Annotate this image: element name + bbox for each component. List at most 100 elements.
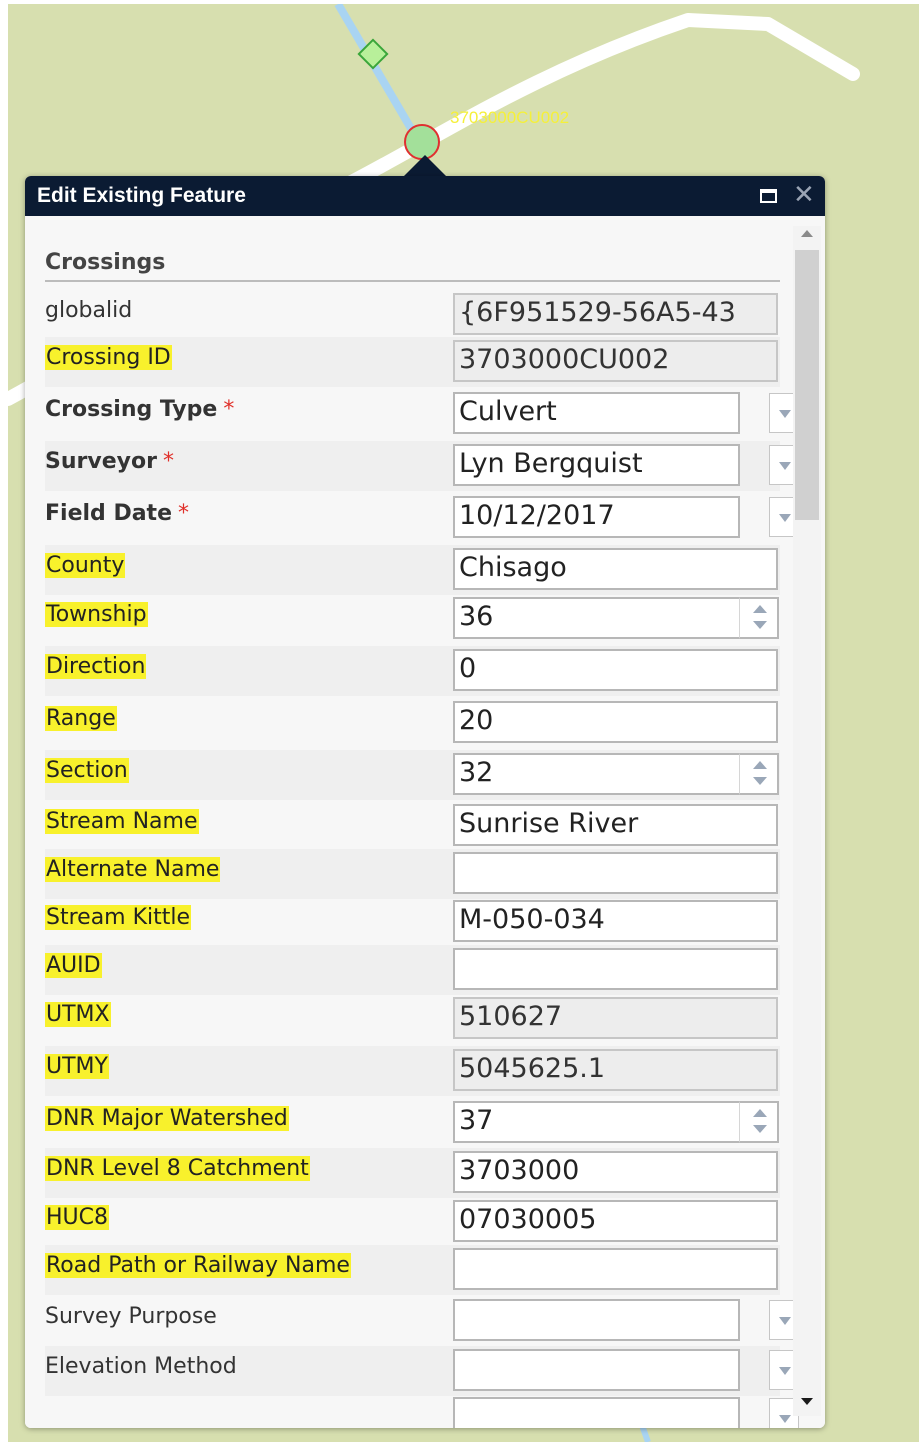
field-row-dnr-major-watershed-16: DNR Major Watershed 37	[45, 1098, 780, 1148]
field-row-surveyor-3: Surveyor * Lyn Bergquist	[45, 441, 799, 491]
crossing-id-input: 3703000CU002	[453, 340, 778, 382]
section-divider	[45, 280, 780, 282]
field-label: DNR Level 8 Catchment	[45, 1156, 310, 1181]
field-row-crossing-type-2: Crossing Type * Culvert	[45, 389, 799, 439]
field-label-text: Stream Name	[46, 809, 198, 834]
dnr-level-8-catchment-input[interactable]: 3703000	[453, 1151, 778, 1193]
scroll-thumb[interactable]	[795, 250, 819, 520]
field-label: Surveyor *	[45, 449, 174, 474]
field-label: Field Date *	[45, 501, 189, 526]
edit-feature-popup: Edit Existing Feature ✕ Crossings global…	[25, 176, 825, 1428]
field-label: Stream Kittle	[45, 905, 192, 930]
field-row-elevation-method-21: Elevation Method	[45, 1346, 799, 1396]
field-label: DNR Major Watershed	[45, 1106, 289, 1131]
number-spinner[interactable]	[739, 597, 779, 639]
field-row-alternate-name-11: Alternate Name	[45, 849, 780, 899]
township-input[interactable]: 36	[453, 597, 740, 639]
scroll-down-icon[interactable]	[801, 1398, 813, 1405]
spin-down-icon[interactable]	[753, 621, 767, 629]
spin-down-icon[interactable]	[753, 1125, 767, 1133]
section-input[interactable]: 32	[453, 753, 740, 795]
field-row-range-8: Range 20	[45, 698, 780, 748]
road-path-or-railway-name-input[interactable]	[453, 1248, 778, 1290]
utmx-input: 510627	[453, 997, 778, 1039]
field-label: Crossing Type *	[45, 397, 234, 422]
section-title: Crossings	[45, 250, 166, 275]
field-label: Direction	[45, 654, 147, 679]
scrollbar[interactable]	[793, 226, 821, 1416]
field-label-text: County	[46, 553, 125, 578]
required-marker: *	[162, 449, 174, 474]
field-label-text: Crossing ID	[46, 345, 171, 370]
spin-up-icon[interactable]	[753, 1109, 767, 1117]
field-label-text: Stream Kittle	[46, 905, 191, 930]
field-label-text: Survey Purpose	[45, 1304, 217, 1329]
survey-purpose-input[interactable]	[453, 1299, 740, 1341]
field-label-text: HUC8	[46, 1205, 109, 1230]
alternate-name-input[interactable]	[453, 852, 778, 894]
field-label: Crossing ID	[45, 345, 172, 370]
utmy-input: 5045625.1	[453, 1049, 778, 1091]
field-label: Section	[45, 758, 129, 783]
stream-kittle-input[interactable]: M-050-034	[453, 900, 778, 942]
field-label-text: Direction	[46, 654, 146, 679]
dnr-major-watershed-input[interactable]: 37	[453, 1101, 740, 1143]
range-input[interactable]: 20	[453, 701, 778, 743]
field-label: Alternate Name	[45, 857, 221, 882]
field-label: globalid	[45, 298, 132, 323]
field-row-direction-7: Direction 0	[45, 646, 780, 696]
field-row-crossing-id-1: Crossing ID 3703000CU002	[45, 337, 780, 387]
maximize-icon[interactable]	[760, 189, 777, 203]
field-label-text: Range	[46, 706, 116, 731]
stream-name-input[interactable]: Sunrise River	[453, 804, 778, 846]
popup-pointer	[404, 155, 446, 176]
field-label: HUC8	[45, 1205, 110, 1230]
field-label: County	[45, 553, 126, 578]
field-row-globalid-0: globalid {6F951529-56A5-43	[45, 290, 780, 340]
elevation-method-input[interactable]	[453, 1349, 740, 1391]
required-marker: *	[223, 397, 235, 422]
spin-up-icon[interactable]	[753, 605, 767, 613]
field-label-text: globalid	[45, 298, 133, 323]
spin-down-icon[interactable]	[753, 777, 767, 785]
field-label: UTMY	[45, 1054, 109, 1079]
huc8-input[interactable]: 07030005	[453, 1200, 778, 1242]
spin-up-icon[interactable]	[753, 761, 767, 769]
field-input[interactable]	[453, 1397, 740, 1428]
field-label-text: DNR Level 8 Catchment	[46, 1156, 309, 1181]
field-label-text: Township	[46, 602, 147, 627]
field-row-stream-kittle-12: Stream Kittle M-050-034	[45, 897, 780, 947]
popup-titlebar[interactable]: Edit Existing Feature ✕	[25, 176, 825, 216]
field-row-huc8-18: HUC8 07030005	[45, 1197, 780, 1247]
field-label: Road Path or Railway Name	[45, 1253, 351, 1278]
field-row-survey-purpose-20: Survey Purpose	[45, 1296, 799, 1346]
field-label-text: Field Date	[45, 501, 172, 526]
field-row-section-9: Section 32	[45, 750, 780, 800]
number-spinner[interactable]	[739, 753, 779, 795]
globalid-input: {6F951529-56A5-43	[453, 293, 778, 335]
attribute-inspector: Crossings globalid {6F951529-56A5-43 Cross…	[25, 216, 825, 1428]
county-input[interactable]: Chisago	[453, 548, 778, 590]
field-label-text: Surveyor	[45, 449, 157, 474]
surveyor-input[interactable]: Lyn Bergquist	[453, 444, 740, 486]
field-row-road-path-or-railway-name-19: Road Path or Railway Name	[45, 1245, 780, 1295]
popup-title: Edit Existing Feature	[37, 184, 246, 207]
field-label-text: UTMY	[46, 1054, 108, 1079]
number-spinner[interactable]	[739, 1101, 779, 1143]
scroll-up-icon[interactable]	[801, 230, 813, 237]
feature-label: 3703000CU002	[450, 108, 570, 127]
close-icon[interactable]: ✕	[793, 180, 815, 210]
field-label: Elevation Method	[45, 1354, 237, 1379]
field-row-field-date-4: Field Date * 10/12/2017	[45, 493, 799, 543]
field-row-stream-name-10: Stream Name Sunrise River	[45, 801, 780, 851]
field-row-auid-13: AUID	[45, 945, 780, 995]
crossing-type-input[interactable]: Culvert	[453, 392, 740, 434]
direction-input[interactable]: 0	[453, 649, 778, 691]
field-label-text: DNR Major Watershed	[46, 1106, 288, 1131]
field-label-text: Alternate Name	[46, 857, 220, 882]
field-label-text: AUID	[46, 953, 101, 978]
selected-crossing-marker[interactable]	[404, 124, 440, 160]
field-date-input[interactable]: 10/12/2017	[453, 496, 740, 538]
field-label: AUID	[45, 953, 102, 978]
auid-input[interactable]	[453, 948, 778, 990]
